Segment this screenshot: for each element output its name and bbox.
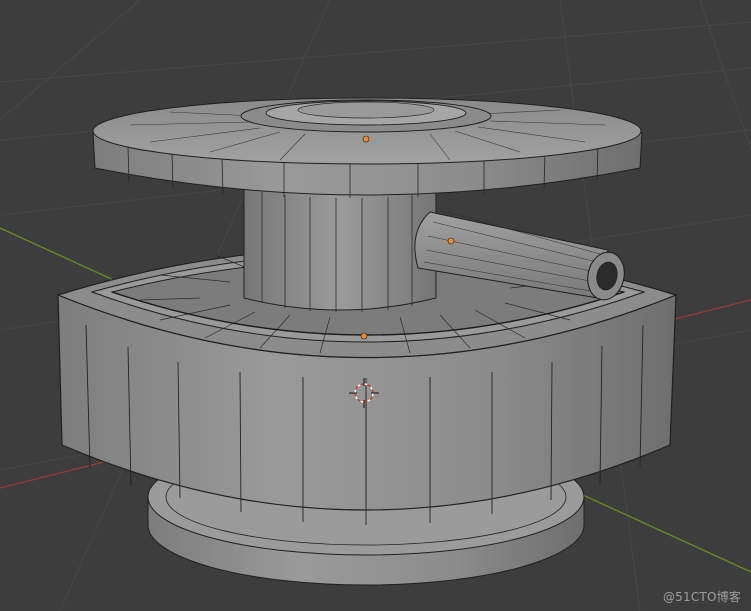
3d-viewport[interactable]: @51CTO博客 [0,0,751,611]
origin-point[interactable] [447,237,455,245]
watermark-text: @51CTO博客 [662,590,741,604]
central-column [243,187,437,312]
origin-point[interactable] [360,332,368,340]
viewport-scene [0,0,751,611]
upper-disk [92,97,643,198]
origin-point[interactable] [362,135,370,143]
